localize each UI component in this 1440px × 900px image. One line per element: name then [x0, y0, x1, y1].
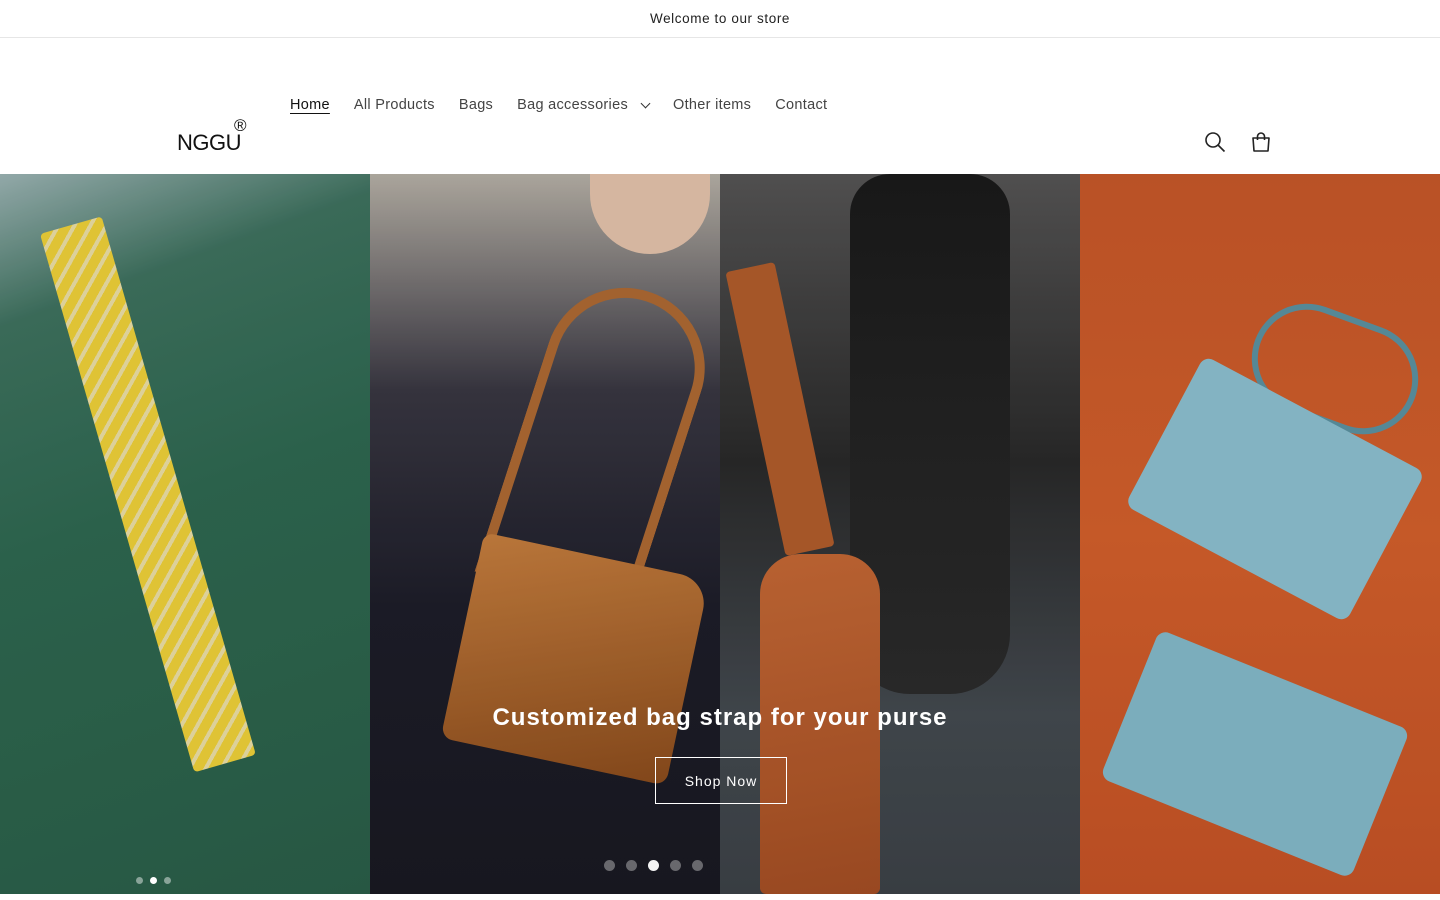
logo-text: NGGU — [177, 130, 242, 155]
slide-dot-3[interactable] — [648, 860, 659, 871]
slide-dot-1[interactable] — [604, 860, 615, 871]
image-inner-dots — [136, 877, 171, 884]
shop-now-button[interactable]: Shop Now — [655, 757, 787, 804]
slide-dot-5[interactable] — [692, 860, 703, 871]
nav-bag-accessories[interactable]: Bag accessories — [517, 97, 651, 113]
hero-caption: Customized bag strap for your purse — [492, 704, 948, 731]
store-logo[interactable]: NGGU ® — [177, 116, 257, 162]
search-icon[interactable] — [1202, 128, 1228, 156]
slide-dot-2[interactable] — [626, 860, 637, 871]
site-header: NGGU ® Home All Products Bags Bag access… — [0, 38, 1440, 174]
slideshow-dots — [604, 860, 703, 871]
inner-dot — [136, 877, 143, 884]
nav-other-items[interactable]: Other items — [673, 97, 751, 113]
cart-icon[interactable] — [1248, 128, 1274, 156]
nav-contact[interactable]: Contact — [775, 97, 827, 113]
chevron-down-icon — [640, 98, 651, 108]
header-icons — [1202, 128, 1274, 156]
nav-bag-accessories-label: Bag accessories — [517, 97, 628, 113]
inner-dot — [164, 877, 171, 884]
hero-slideshow: Customized bag strap for your purse Shop… — [0, 174, 1440, 894]
nav-all-products[interactable]: All Products — [354, 97, 435, 113]
nav-home[interactable]: Home — [290, 97, 330, 113]
nav-bags[interactable]: Bags — [459, 97, 493, 113]
announcement-bar: Welcome to our store — [0, 0, 1440, 38]
inner-dot — [150, 877, 157, 884]
announcement-text: Welcome to our store — [649, 11, 791, 26]
slide-dot-4[interactable] — [670, 860, 681, 871]
main-nav: Home All Products Bags Bag accessories O… — [278, 92, 839, 118]
registered-mark: ® — [234, 116, 247, 135]
